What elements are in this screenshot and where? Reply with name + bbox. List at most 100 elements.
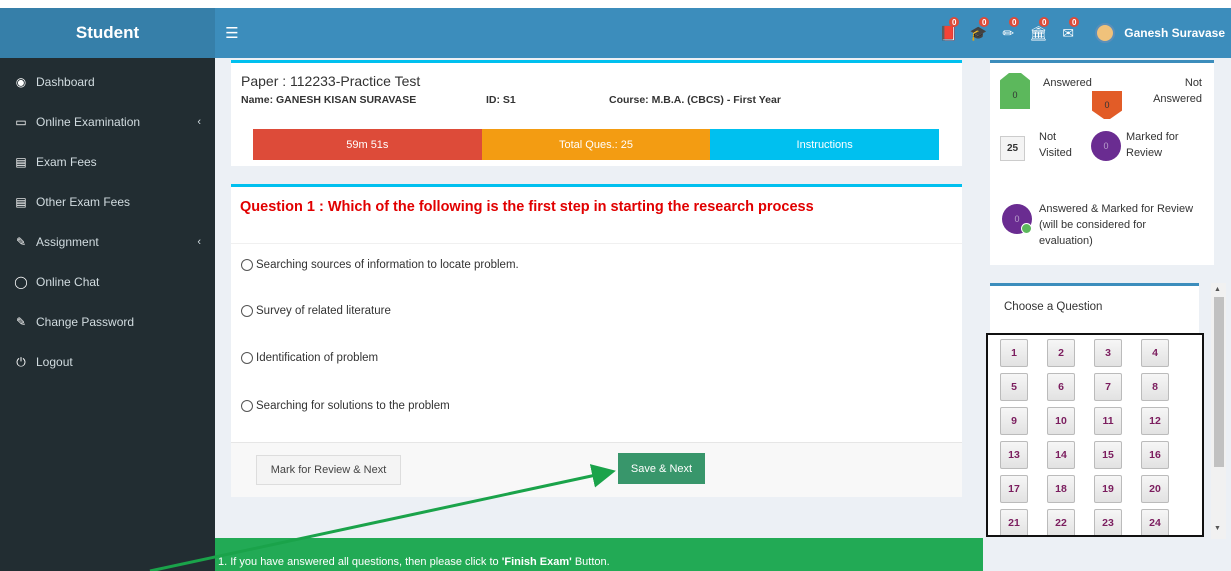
scroll-thumb[interactable] (1214, 297, 1224, 467)
question-number-button[interactable]: 21 (1000, 509, 1028, 535)
question-number-button[interactable]: 1 (1000, 339, 1028, 367)
question-palette-header: Choose a Question (990, 283, 1199, 333)
legend-not-answered-label: Not Answered (1153, 77, 1202, 105)
question-number-button[interactable]: 22 (1047, 509, 1075, 535)
student-name: Name: GANESH KISAN SURAVASE (241, 94, 417, 106)
question-number-button[interactable]: 2 (1047, 339, 1075, 367)
question-number-button[interactable]: 15 (1094, 441, 1122, 469)
question-number-button[interactable]: 5 (1000, 373, 1028, 401)
question-number-button[interactable]: 4 (1141, 339, 1169, 367)
save-next-button[interactable]: Save & Next (618, 453, 705, 484)
user-name: Ganesh Suravase (1124, 26, 1225, 40)
question-number-button[interactable]: 18 (1047, 475, 1075, 503)
instructions-button[interactable]: Instructions (710, 129, 940, 160)
question-number-button[interactable]: 3 (1094, 339, 1122, 367)
status-legend: 0 Answered 0 Not Answered 25 Not Visited… (990, 60, 1214, 265)
question-number-button[interactable]: 14 (1047, 441, 1075, 469)
pencil-icon[interactable]: ✏ 0 (993, 8, 1023, 58)
building-icon[interactable]: 🏛 0 (1023, 8, 1053, 58)
file-icon: ▤ (15, 195, 27, 209)
avatar (1095, 23, 1116, 43)
question-number-button[interactable]: 6 (1047, 373, 1075, 401)
scroll-up-icon[interactable]: ▲ (1214, 286, 1221, 293)
paper-info-panel: Paper : 112233-Practice Test Name: GANES… (231, 60, 962, 166)
option-2[interactable]: Survey of related literature (241, 305, 391, 317)
graduation-cap-icon[interactable]: 🎓 0 (963, 8, 993, 58)
mark-for-review-button[interactable]: Mark for Review & Next (256, 455, 401, 485)
not-visited-status-icon: 25 (1000, 136, 1025, 161)
sidebar-item-exam-fees[interactable]: ▤ Exam Fees (0, 142, 215, 182)
brand-logo[interactable]: Student (0, 8, 215, 58)
check-icon (1021, 223, 1032, 234)
question-number-button[interactable]: 20 (1141, 475, 1169, 503)
answered-marked-status-icon: 0 (1002, 204, 1032, 234)
sidebar-item-other-exam-fees[interactable]: ▤ Other Exam Fees (0, 182, 215, 222)
power-icon: ⏻ (16, 354, 26, 369)
question-palette: 1 2 3 4 5 6 7 8 9 10 11 12 13 14 15 16 17 18 19 20 21 22 23 24 (986, 333, 1204, 537)
sidebar-item-label: Online Examination (36, 115, 141, 129)
notice-emphasis: 'Finish Exam' (501, 556, 572, 568)
file-icon: ▤ (15, 155, 27, 169)
sidebar-item-online-examination[interactable]: ▭ Online Examination ‹ (0, 102, 215, 142)
question-number-button[interactable]: 11 (1094, 407, 1122, 435)
notification-badge: 0 (1069, 17, 1080, 27)
sidebar-item-logout[interactable]: ⏻ Logout (0, 342, 215, 382)
envelope-icon[interactable]: ✉ 0 (1053, 8, 1083, 58)
radio-button[interactable] (241, 305, 253, 317)
option-label: Searching sources of information to loca… (256, 259, 519, 271)
dashboard-icon: ◉ (15, 75, 27, 89)
sidebar-item-online-chat[interactable]: ◯ Online Chat (0, 262, 215, 302)
paper-title: Paper : 112233-Practice Test (241, 73, 421, 89)
student-id: ID: S1 (486, 94, 516, 106)
option-3[interactable]: Identification of problem (241, 352, 378, 364)
hamburger-icon[interactable]: ☰ (215, 8, 249, 58)
question-number-button[interactable]: 7 (1094, 373, 1122, 401)
palette-scrollbar[interactable]: ▲ ▼ (1211, 283, 1226, 539)
question-number-button[interactable]: 13 (1000, 441, 1028, 469)
sidebar-item-label: Assignment (36, 235, 99, 249)
radio-button[interactable] (241, 259, 253, 271)
option-label: Searching for solutions to the problem (256, 400, 450, 412)
question-number-button[interactable]: 8 (1141, 373, 1169, 401)
marked-status-icon: 0 (1091, 131, 1121, 161)
sidebar-item-label: Change Password (36, 315, 135, 329)
question-number-button[interactable]: 12 (1141, 407, 1169, 435)
divider (231, 243, 962, 244)
timer-display: 59m 51s (253, 129, 482, 160)
notification-badge: 0 (1009, 17, 1020, 27)
exam-status-bar: 59m 51s Total Ques.: 25 Instructions (253, 129, 940, 160)
total-questions: Total Ques.: 25 (481, 129, 711, 160)
question-number-button[interactable]: 24 (1141, 509, 1169, 535)
chevron-left-icon: ‹ (197, 116, 201, 128)
question-number-button[interactable]: 10 (1047, 407, 1075, 435)
sidebar-item-dashboard[interactable]: ◉ Dashboard (0, 62, 215, 102)
legend-not-visited-label: Not Visited (1039, 131, 1072, 159)
question-number-button[interactable]: 17 (1000, 475, 1028, 503)
question-number-button[interactable]: 9 (1000, 407, 1028, 435)
book-icon[interactable]: 📕 0 (933, 8, 963, 58)
chat-icon: ◯ (14, 275, 28, 289)
legend-marked-label: Marked for Review (1126, 131, 1179, 159)
top-navbar: ☰ 📕 0 🎓 0 ✏ 0 🏛 0 ✉ 0 Ganesh Suravase (215, 8, 1231, 58)
user-menu[interactable]: Ganesh Suravase (1083, 8, 1231, 58)
sidebar-item-assignment[interactable]: ✎ Assignment ‹ (0, 222, 215, 262)
option-label: Survey of related literature (256, 305, 391, 317)
radio-button[interactable] (241, 352, 253, 364)
question-number-button[interactable]: 23 (1094, 509, 1122, 535)
option-4[interactable]: Searching for solutions to the problem (241, 400, 450, 412)
radio-button[interactable] (241, 400, 253, 412)
question-number-button[interactable]: 16 (1141, 441, 1169, 469)
option-1[interactable]: Searching sources of information to loca… (241, 259, 519, 271)
notice-prefix: 1. If you have answered all questions, t… (218, 556, 502, 568)
sidebar-item-label: Online Chat (36, 275, 100, 289)
sidebar-item-change-password[interactable]: ✎ Change Password (0, 302, 215, 342)
not-answered-status-icon: 0 (1092, 91, 1122, 119)
notice-suffix: Button. (571, 556, 610, 568)
scroll-down-icon[interactable]: ▼ (1214, 525, 1221, 532)
top-strip (0, 0, 1231, 8)
question-number-button[interactable]: 19 (1094, 475, 1122, 503)
question-title: Question 1 : Which of the following is t… (240, 199, 814, 215)
laptop-icon: ▭ (15, 115, 27, 129)
legend-answered-label: Answered (1043, 77, 1092, 89)
sidebar-item-label: Exam Fees (36, 155, 97, 169)
